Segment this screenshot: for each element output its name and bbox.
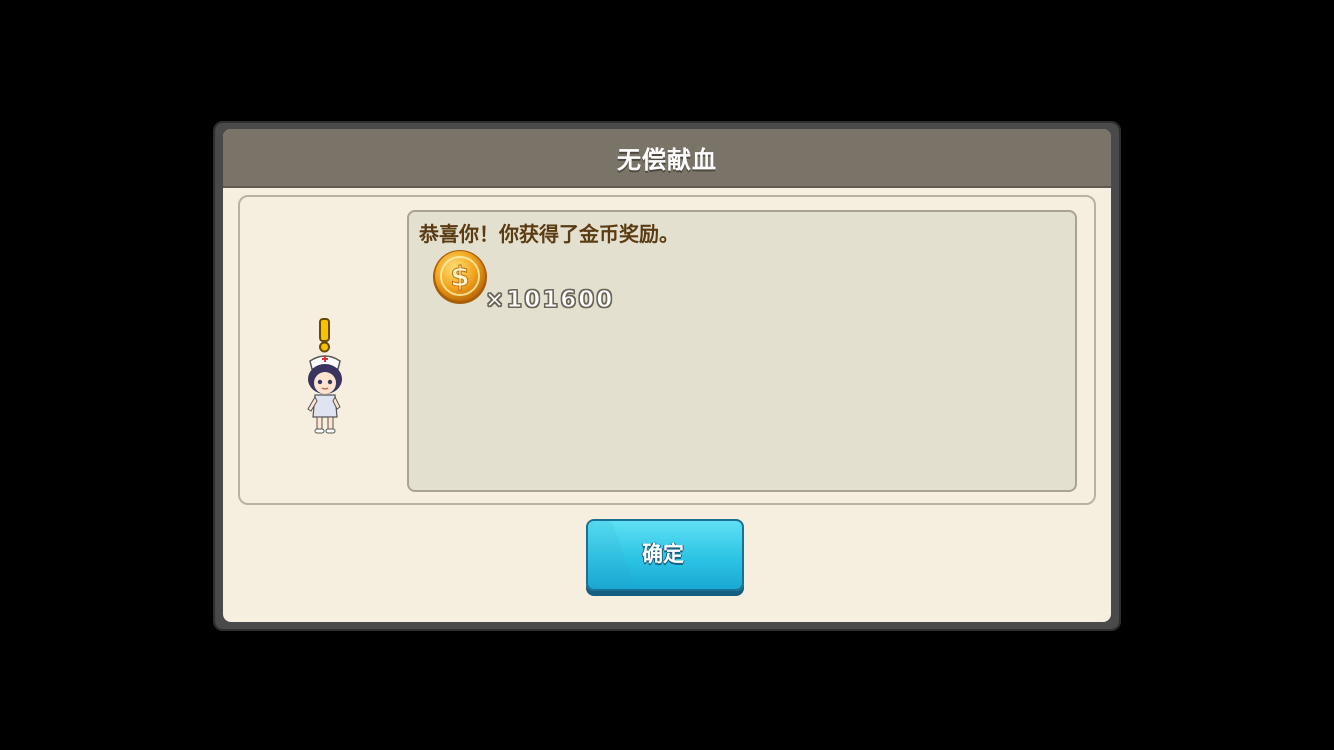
reward-amount: ×101600 bbox=[484, 287, 615, 314]
message-box: 恭喜你！你获得了金币奖励。 $ ×101600 bbox=[407, 210, 1077, 492]
dialog-title: 无偿献血 bbox=[617, 146, 717, 174]
confirm-button-label: 确定 bbox=[642, 542, 684, 566]
dialog-body: 无偿献血 恭喜你！你获得了金币奖励。 $ ×101600 确定 bbox=[223, 129, 1111, 622]
nurse-character-icon bbox=[307, 318, 342, 434]
content-panel: 恭喜你！你获得了金币奖励。 $ ×101600 bbox=[238, 195, 1096, 505]
reward-dialog: 无偿献血 恭喜你！你获得了金币奖励。 $ ×101600 确定 bbox=[213, 121, 1121, 631]
dialog-title-bar: 无偿献血 bbox=[223, 129, 1111, 188]
gold-coin-icon: $ bbox=[433, 250, 487, 304]
confirm-button[interactable]: 确定 bbox=[586, 519, 744, 593]
reward-message: 恭喜你！你获得了金币奖励。 bbox=[419, 222, 679, 246]
svg-text:$: $ bbox=[450, 260, 469, 293]
